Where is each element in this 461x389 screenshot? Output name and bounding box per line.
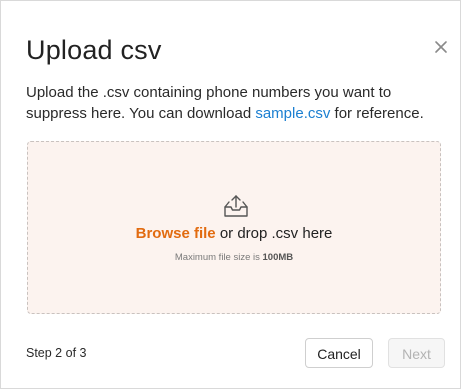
file-dropzone[interactable]: Browse file or drop .csv here Maximum fi… xyxy=(27,141,441,314)
upload-tray-icon xyxy=(224,195,248,217)
dialog-title: Upload csv xyxy=(26,35,162,65)
sample-csv-link[interactable]: sample.csv xyxy=(255,105,330,122)
drop-instructions: Browse file or drop .csv here xyxy=(28,224,440,244)
max-file-size-note: Maximum file size is 100MB xyxy=(28,252,440,264)
next-button[interactable]: Next xyxy=(388,338,445,368)
close-icon xyxy=(435,41,447,53)
description-text-end: for reference. xyxy=(330,105,424,122)
dialog-description: Upload the .csv containing phone numbers… xyxy=(26,82,441,124)
cancel-button[interactable]: Cancel xyxy=(305,338,373,368)
close-button[interactable] xyxy=(431,37,451,57)
upload-csv-dialog: Upload csv Upload the .csv containing ph… xyxy=(0,0,461,389)
browse-file-link[interactable]: Browse file xyxy=(136,225,216,242)
step-indicator: Step 2 of 3 xyxy=(26,346,87,360)
size-note-prefix: Maximum file size is xyxy=(174,252,263,263)
drop-text: or drop .csv here xyxy=(215,225,333,242)
size-note-value: 100MB xyxy=(262,252,294,263)
